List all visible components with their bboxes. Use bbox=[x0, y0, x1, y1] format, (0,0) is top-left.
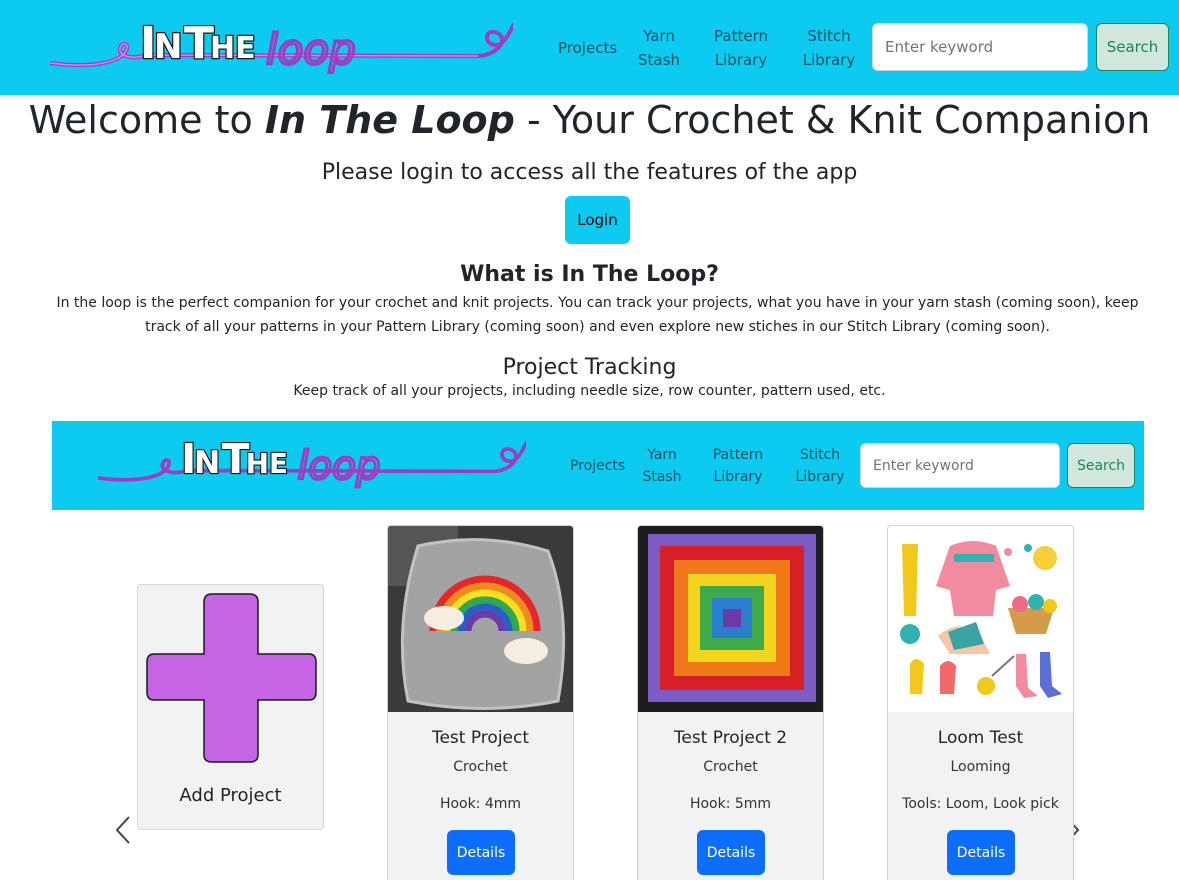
project-image-granny-square bbox=[638, 526, 823, 712]
project-type: Looming bbox=[950, 759, 1011, 775]
nav-projects[interactable]: Projects bbox=[558, 36, 617, 60]
nav-yarn-stash-line1: Yarn bbox=[643, 27, 675, 45]
svg-text:HE: HE bbox=[210, 31, 256, 66]
nav-pattern-library[interactable]: Pattern Library bbox=[710, 24, 772, 72]
project-card: Test Project 2 Crochet Hook: 5mm Details bbox=[637, 525, 824, 880]
project-card: Test Project Crochet Hook: 4mm Details bbox=[387, 525, 574, 880]
svg-text:N: N bbox=[194, 445, 220, 481]
preview-search-button: Search bbox=[1067, 443, 1135, 488]
project-card: Loom Test Looming Tools: Loom, Look pick… bbox=[887, 525, 1074, 880]
nav-stitch-library-line2: Library bbox=[802, 51, 856, 69]
project-title: Test Project bbox=[431, 728, 530, 748]
tracking-title: Project Tracking bbox=[502, 355, 677, 380]
login-button[interactable]: Login bbox=[565, 196, 630, 244]
preview-nav-pattern-library-line2: Library bbox=[713, 469, 763, 485]
svg-text:loop: loop bbox=[298, 444, 381, 489]
plus-icon bbox=[146, 593, 317, 763]
add-project-label: Add Project bbox=[179, 785, 282, 806]
navbar: I N T HE loop Projects Yarn Stash Patter… bbox=[0, 0, 1179, 95]
project-title: Test Project 2 bbox=[673, 728, 788, 748]
welcome-brand: In The Loop bbox=[264, 98, 515, 142]
details-button[interactable]: Details bbox=[947, 830, 1015, 875]
svg-text:HE: HE bbox=[246, 447, 288, 480]
tracking-body: Keep track of all your projects, includi… bbox=[293, 383, 886, 399]
in-the-loop-logo[interactable]: I N T HE loop bbox=[48, 6, 513, 90]
nav-pattern-library-line2: Library bbox=[714, 51, 768, 69]
preview-nav-projects: Projects bbox=[570, 458, 626, 474]
preview-search-input bbox=[860, 443, 1060, 488]
chevron-left-icon[interactable] bbox=[111, 814, 135, 846]
project-title: Loom Test bbox=[937, 728, 1024, 748]
welcome-prefix: Welcome to bbox=[28, 98, 265, 142]
details-button[interactable]: Details bbox=[447, 830, 515, 875]
svg-text:loop: loop bbox=[266, 25, 356, 74]
nav-yarn-stash[interactable]: Yarn Stash bbox=[636, 24, 682, 72]
preview-nav-yarn-stash-line2: Stash bbox=[642, 469, 682, 485]
preview-nav-pattern-library-line1: Pattern bbox=[712, 447, 764, 463]
in-the-loop-logo-preview: I N T HE loop bbox=[97, 434, 526, 490]
svg-text:N: N bbox=[154, 27, 182, 67]
preview-navbar: I N T HE loop Projects Yarn Stash Patter… bbox=[52, 421, 1144, 510]
project-type: Crochet bbox=[703, 759, 758, 775]
add-project-card[interactable]: Add Project bbox=[137, 584, 324, 830]
login-prompt: Please login to access all the features … bbox=[321, 160, 858, 185]
project-tool: Hook: 5mm bbox=[689, 796, 772, 812]
project-tool: Tools: Loom, Look pick bbox=[902, 796, 1059, 812]
nav-pattern-library-line1: Pattern bbox=[714, 27, 768, 45]
nav-stitch-library[interactable]: Stitch Library bbox=[801, 24, 857, 72]
preview-nav-yarn-stash: Yarn Stash bbox=[642, 444, 682, 488]
preview-nav-pattern-library: Pattern Library bbox=[708, 444, 768, 488]
about-title: What is In The Loop? bbox=[460, 262, 719, 287]
nav-stitch-library-line1: Stitch bbox=[807, 27, 851, 45]
preview-nav-stitch-library: Stitch Library bbox=[792, 444, 848, 488]
nav-yarn-stash-line2: Stash bbox=[638, 51, 680, 69]
project-tool: Hook: 4mm bbox=[439, 796, 522, 812]
page-title: Welcome to In The Loop - Your Crochet & … bbox=[0, 98, 1179, 142]
project-image-knitting-illustration bbox=[888, 526, 1073, 712]
details-button[interactable]: Details bbox=[697, 830, 765, 875]
preview-nav-yarn-stash-line1: Yarn bbox=[647, 447, 677, 463]
search-button[interactable]: Search bbox=[1096, 23, 1169, 71]
preview-nav-stitch-library-line1: Stitch bbox=[799, 447, 841, 463]
about-body: In the loop is the perfect companion for… bbox=[56, 295, 1139, 335]
welcome-suffix: - Your Crochet & Knit Companion bbox=[514, 98, 1151, 142]
search-input[interactable] bbox=[872, 23, 1088, 71]
preview-nav-stitch-library-line2: Library bbox=[795, 469, 845, 485]
project-image-rainbow-square bbox=[388, 526, 573, 712]
project-type: Crochet bbox=[453, 759, 508, 775]
